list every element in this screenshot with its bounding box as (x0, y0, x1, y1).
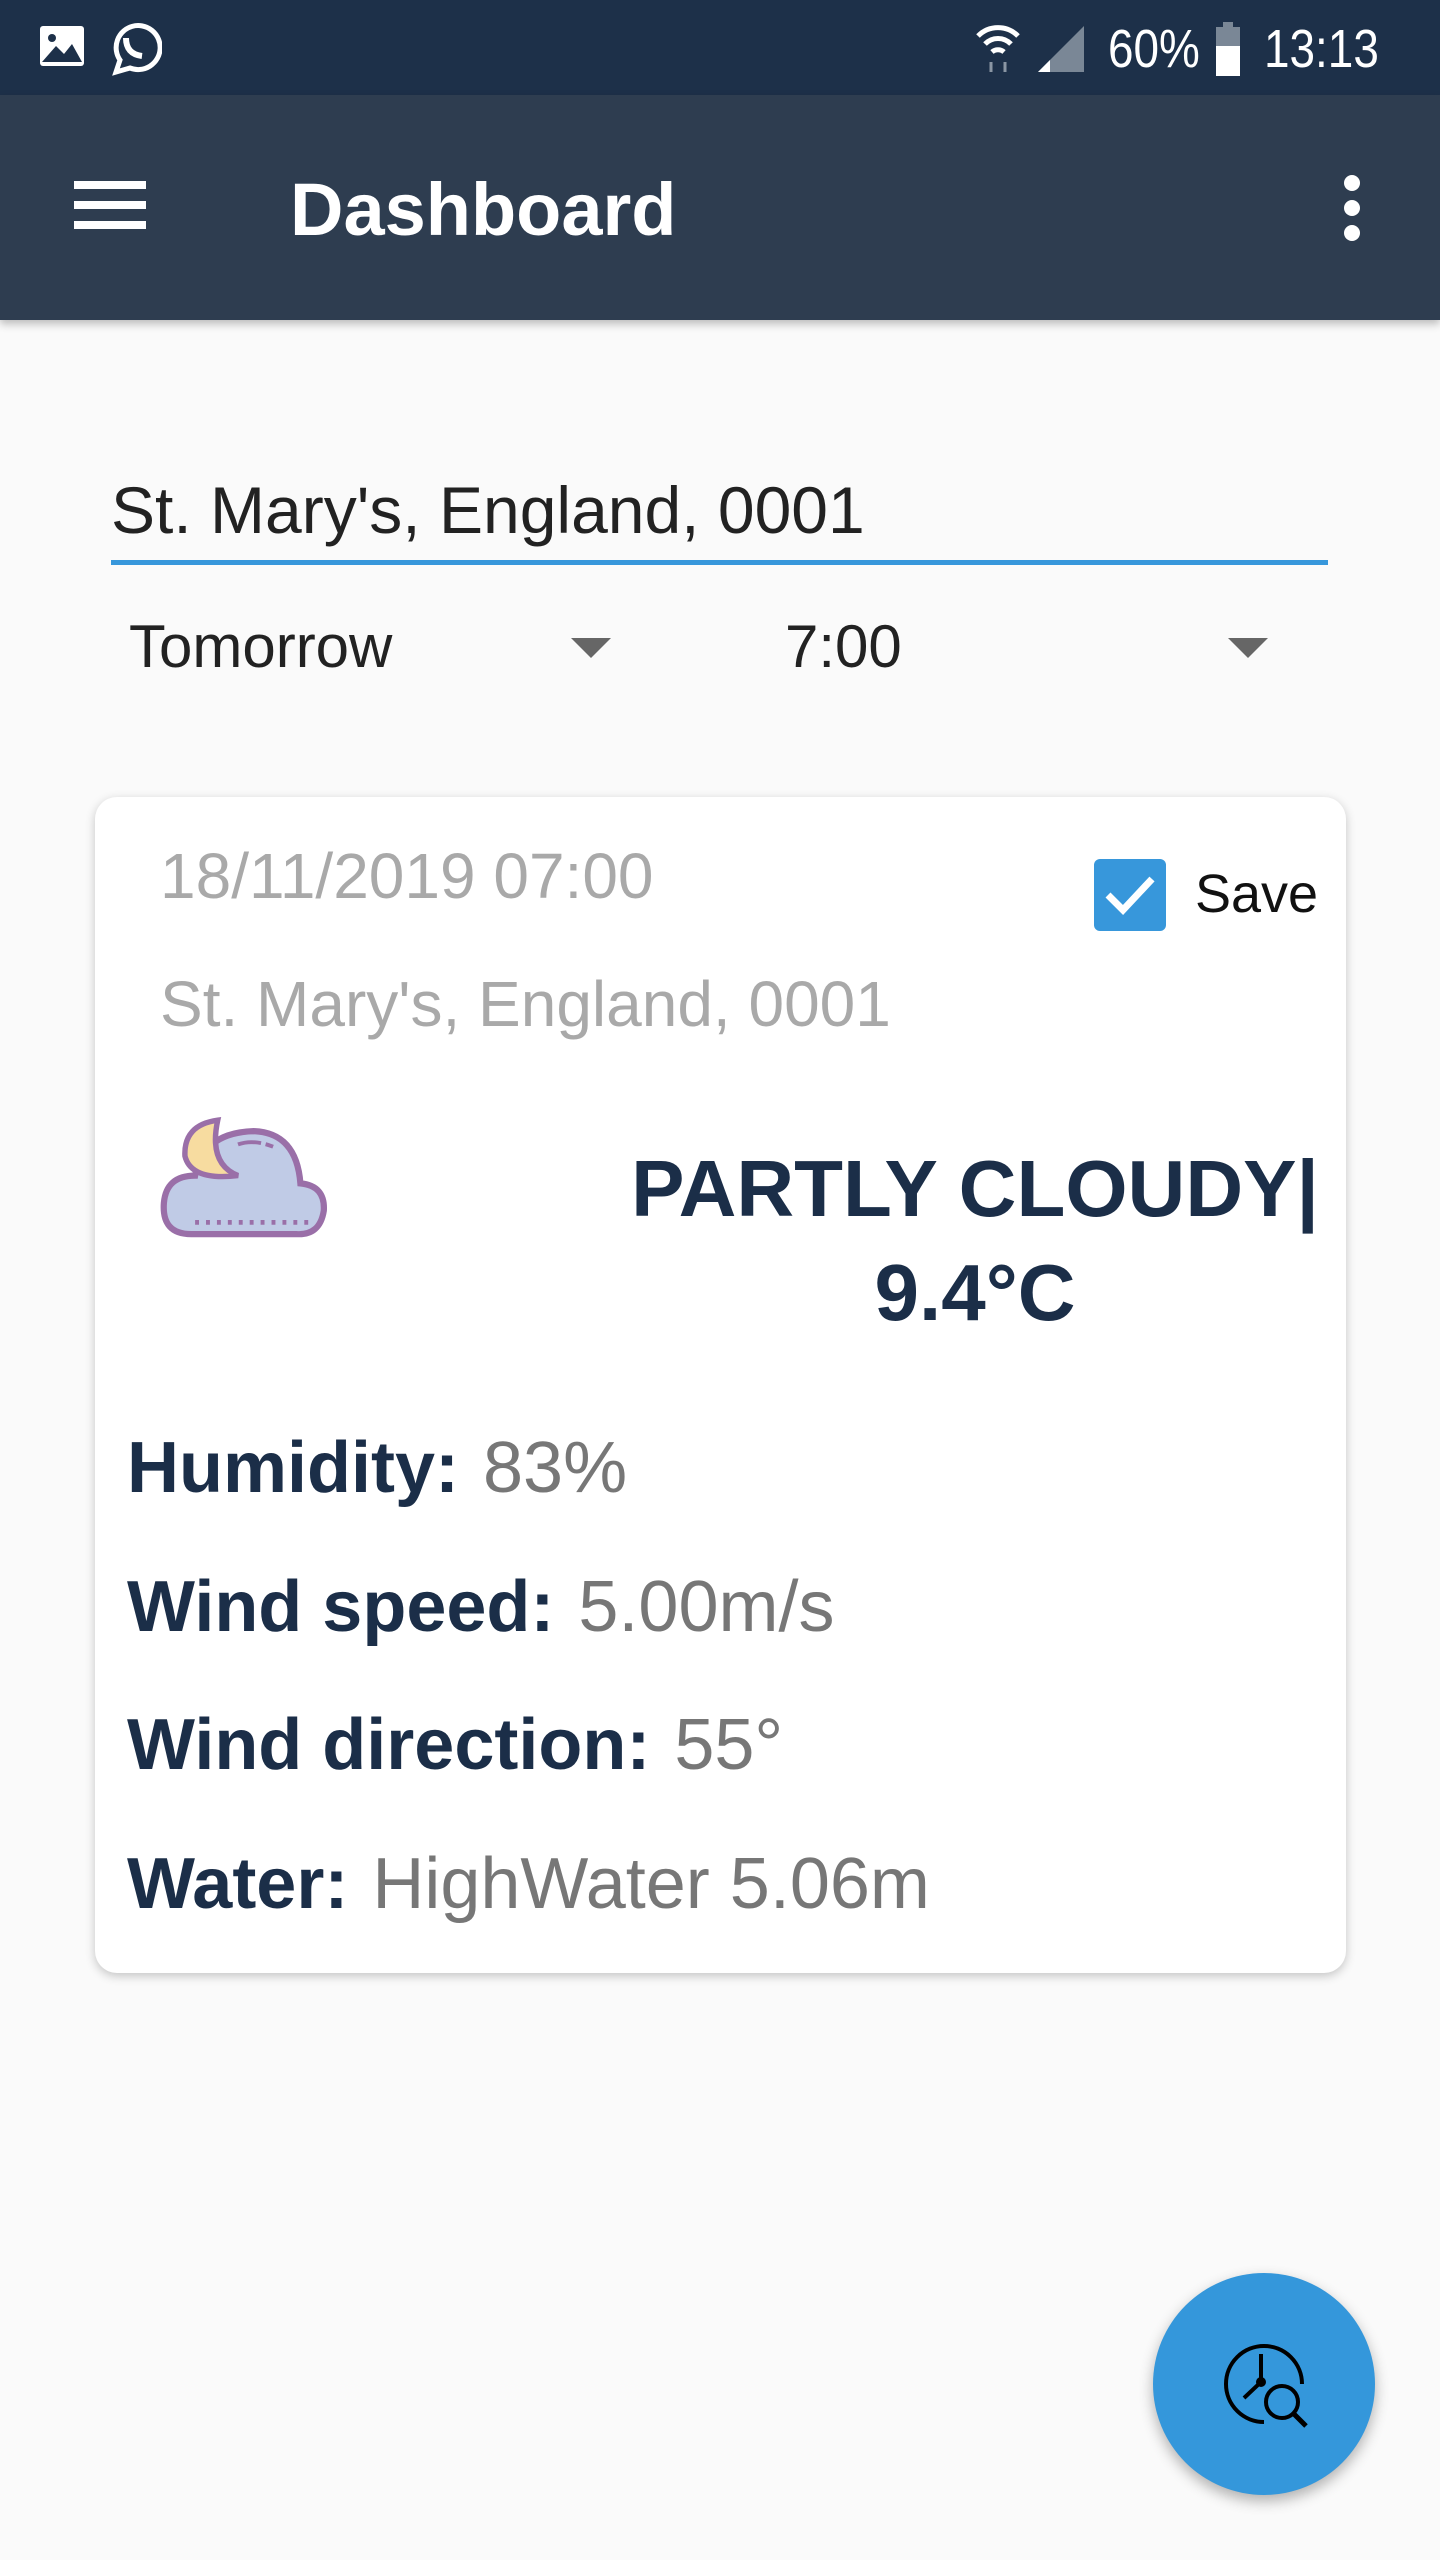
wifi-icon (976, 25, 1020, 72)
detail-label: Wind direction: (127, 1705, 651, 1785)
temperature: 9.4°C (874, 1248, 1076, 1337)
time-search-fab[interactable] (1153, 2273, 1375, 2495)
detail-humidity: Humidity: 83% (127, 1427, 627, 1509)
forecast-location: St. Mary's, England, 0001 (160, 968, 891, 1040)
partly-cloudy-night-icon (160, 1116, 327, 1238)
detail-value: HighWater 5.06m (372, 1844, 930, 1924)
chevron-down-icon (1228, 638, 1268, 658)
day-dropdown-value: Tomorrow (129, 613, 393, 680)
detail-label: Water: (127, 1844, 349, 1924)
save-checkbox[interactable] (1094, 859, 1166, 931)
more-vert-icon[interactable] (1332, 173, 1372, 243)
location-input[interactable] (111, 460, 1328, 565)
forecast-card: 18/11/2019 07:00 Save St. Mary's, Englan… (95, 797, 1346, 1973)
weather-summary: PARTLY CLOUDY| 9.4°C (425, 1137, 1440, 1345)
checkmark-icon (1105, 876, 1155, 916)
save-label[interactable]: Save (1195, 863, 1318, 925)
clock-search-icon (1224, 2344, 1308, 2428)
weather-condition: PARTLY CLOUDY| (631, 1144, 1319, 1233)
day-dropdown[interactable]: Tomorrow (120, 600, 640, 700)
time-dropdown[interactable]: 7:00 (770, 600, 1290, 700)
hamburger-icon[interactable] (70, 175, 150, 235)
battery-icon (1216, 22, 1240, 76)
battery-percent: 60% (1108, 19, 1200, 79)
clock: 13:13 (1264, 19, 1379, 79)
detail-label: Humidity: (127, 1428, 459, 1508)
status-bar: 60% 13:13 (0, 0, 1440, 95)
whatsapp-icon (112, 23, 162, 76)
detail-value: 83% (482, 1428, 628, 1508)
detail-wind-speed: Wind speed: 5.00m/s (127, 1566, 834, 1648)
detail-value: 55° (674, 1705, 784, 1785)
time-dropdown-value: 7:00 (785, 613, 902, 680)
detail-wind-direction: Wind direction: 55° (127, 1704, 783, 1786)
app-bar: Dashboard (0, 95, 1440, 320)
gallery-icon (40, 26, 84, 66)
detail-water: Water: HighWater 5.06m (127, 1843, 930, 1925)
forecast-datetime: 18/11/2019 07:00 (160, 840, 654, 912)
detail-value: 5.00m/s (578, 1567, 835, 1647)
chevron-down-icon (571, 638, 611, 658)
page-title: Dashboard (290, 168, 677, 251)
signal-icon (1038, 26, 1084, 72)
detail-label: Wind speed: (127, 1567, 555, 1647)
